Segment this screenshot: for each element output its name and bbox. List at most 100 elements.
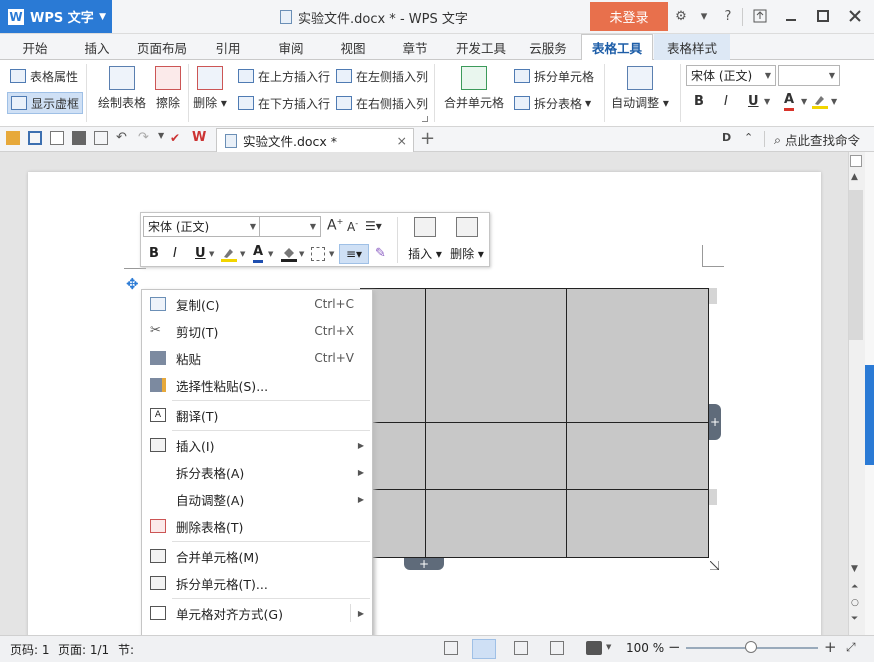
menu-item-split-cells[interactable]: 拆分单元格(T)...	[142, 570, 372, 596]
format-painter-icon[interactable]: ✎	[375, 246, 386, 261]
mini-delete-button[interactable]: 删除 ▾	[447, 217, 487, 262]
menu-item-copy[interactable]: 复制(C) Ctrl+C	[142, 291, 372, 317]
auto-fit-button[interactable]: 自动调整 ▾	[610, 66, 670, 111]
print-layout-icon[interactable]	[472, 639, 496, 659]
menu-item-cut[interactable]: ✂ 剪切(T) Ctrl+X	[142, 318, 372, 344]
scroll-up-icon[interactable]: ▲	[851, 172, 858, 182]
undo-icon[interactable]: ↶	[116, 131, 130, 145]
scroll-down-icon[interactable]: ▼	[851, 564, 858, 574]
close-icon[interactable]: ×	[397, 133, 407, 148]
table-cell[interactable]	[566, 489, 709, 558]
zoom-slider-thumb[interactable]	[745, 641, 757, 653]
fit-page-icon[interactable]: ⤢	[846, 640, 856, 655]
print-icon[interactable]	[72, 131, 86, 145]
mini-bold-button[interactable]: B	[149, 246, 159, 261]
minimize-ribbon-icon[interactable]: ⌃	[744, 131, 753, 144]
app-menu-button[interactable]: W WPS 文字 ▼	[0, 0, 112, 33]
dialog-launcher-icon[interactable]	[422, 116, 428, 122]
tab-table-tools[interactable]: 表格工具	[581, 34, 653, 61]
open-folder-icon[interactable]	[6, 131, 20, 145]
table-resize-handle-icon[interactable]	[709, 559, 720, 571]
merge-cells-button[interactable]: 合并单元格	[442, 66, 506, 111]
tab-developer[interactable]: 开发工具	[448, 34, 514, 60]
table-properties-button[interactable]: 表格属性	[10, 66, 78, 86]
insert-col-right-button[interactable]: 在右侧插入列	[336, 93, 428, 113]
document-tab[interactable]: 实验文件.docx * ×	[216, 128, 414, 152]
side-panel-toggle[interactable]	[865, 365, 874, 465]
help-button[interactable]: ?	[718, 6, 738, 26]
split-view-icon[interactable]	[850, 155, 862, 167]
insert-row-above-button[interactable]: 在上方插入行	[238, 66, 330, 86]
zoom-level[interactable]: 100 %	[626, 641, 664, 655]
mini-insert-button[interactable]: 插入 ▾	[405, 217, 445, 262]
table-cell[interactable]	[425, 288, 567, 423]
italic-button[interactable]: I	[724, 94, 728, 109]
skin-icon[interactable]: ⚙	[672, 6, 690, 26]
save-icon[interactable]	[28, 131, 42, 145]
font-color-button[interactable]: A	[784, 92, 795, 111]
mini-font-size-select[interactable]: ▼	[259, 216, 321, 237]
menu-item-merge-cells[interactable]: 合并单元格(M)	[142, 543, 372, 569]
tab-page-layout[interactable]: 页面布局	[130, 34, 194, 60]
reading-layout-icon[interactable]	[444, 641, 458, 655]
web-layout-icon[interactable]	[550, 641, 564, 655]
login-button[interactable]: 未登录	[590, 2, 668, 31]
insert-col-left-button[interactable]: 在左侧插入列	[336, 66, 428, 86]
table-cell[interactable]	[425, 422, 567, 490]
table-cell[interactable]	[566, 288, 709, 423]
tab-table-style[interactable]: 表格样式	[654, 34, 730, 60]
next-page-icon[interactable]: ⏷	[851, 614, 858, 624]
tab-insert[interactable]: 插入	[72, 34, 122, 60]
tab-references[interactable]: 引用	[205, 34, 251, 60]
highlight-icon[interactable]	[812, 93, 828, 109]
shirt-icon[interactable]: ▾	[692, 6, 716, 26]
tab-cloud[interactable]: 云服务	[522, 34, 574, 60]
erase-button[interactable]: 擦除	[152, 66, 184, 111]
mini-font-name-select[interactable]: 宋体 (正文) ▼	[143, 216, 261, 237]
grow-font-button[interactable]: A+	[327, 217, 343, 234]
mini-italic-button[interactable]: I	[173, 246, 177, 261]
zoom-in-button[interactable]: +	[824, 638, 837, 656]
zoom-out-button[interactable]: −	[668, 638, 681, 656]
add-tab-button[interactable]: +	[420, 128, 435, 149]
menu-item-split-table[interactable]: 拆分表格(A) ▶	[142, 459, 372, 485]
mini-underline-button[interactable]: U	[195, 246, 206, 261]
select-browse-icon[interactable]: ○	[851, 598, 859, 608]
chevron-down-icon[interactable]: ▼	[158, 131, 164, 140]
menu-item-translate[interactable]: A 翻译(T)	[142, 402, 372, 428]
outline-view-icon[interactable]	[514, 641, 528, 655]
shrink-font-button[interactable]: A-	[347, 219, 358, 234]
table-cell[interactable]	[425, 489, 567, 558]
shading-icon[interactable]	[281, 246, 297, 262]
d-icon[interactable]: D	[722, 131, 731, 144]
font-size-select[interactable]: ▼	[778, 65, 840, 86]
export-pdf-icon[interactable]	[50, 131, 64, 145]
menu-item-paste-special[interactable]: 选择性粘贴(S)...	[142, 372, 372, 398]
draw-table-button[interactable]: 绘制表格	[96, 66, 148, 111]
borders-icon[interactable]	[311, 247, 325, 261]
split-cells-button[interactable]: 拆分单元格	[514, 66, 594, 86]
menu-item-insert[interactable]: 插入(I) ▶	[142, 432, 372, 458]
align-button[interactable]: ≡▾	[339, 244, 369, 264]
menu-item-delete-table[interactable]: 删除表格(T)	[142, 513, 372, 539]
mini-highlight-icon[interactable]	[221, 246, 237, 262]
find-command-box[interactable]: ⌕ 点此查找命令	[774, 130, 860, 149]
tab-review[interactable]: 审阅	[268, 34, 314, 60]
minimize-icon[interactable]	[780, 6, 802, 26]
menu-item-cell-alignment[interactable]: 单元格对齐方式(G) ▶	[142, 600, 372, 626]
line-spacing-icon[interactable]: ☰▾	[365, 219, 382, 233]
print-preview-icon[interactable]	[94, 131, 108, 145]
bold-button[interactable]: B	[694, 94, 704, 109]
underline-button[interactable]: U	[748, 94, 759, 109]
delete-button[interactable]: 删除 ▾	[192, 66, 228, 111]
menu-item-auto-fit[interactable]: 自动调整(A) ▶	[142, 486, 372, 512]
tick-icon[interactable]: ✔	[170, 131, 184, 145]
scrollbar-thumb[interactable]	[849, 190, 863, 340]
prev-page-icon[interactable]: ⏶	[851, 582, 858, 592]
tab-sections[interactable]: 章节	[392, 34, 438, 60]
tab-home[interactable]: 开始	[10, 34, 60, 60]
insert-row-below-button[interactable]: 在下方插入行	[238, 93, 330, 113]
mini-font-color-button[interactable]: A	[253, 244, 264, 263]
maximize-icon[interactable]	[812, 6, 834, 26]
restore-ribbon-icon[interactable]	[750, 6, 770, 26]
